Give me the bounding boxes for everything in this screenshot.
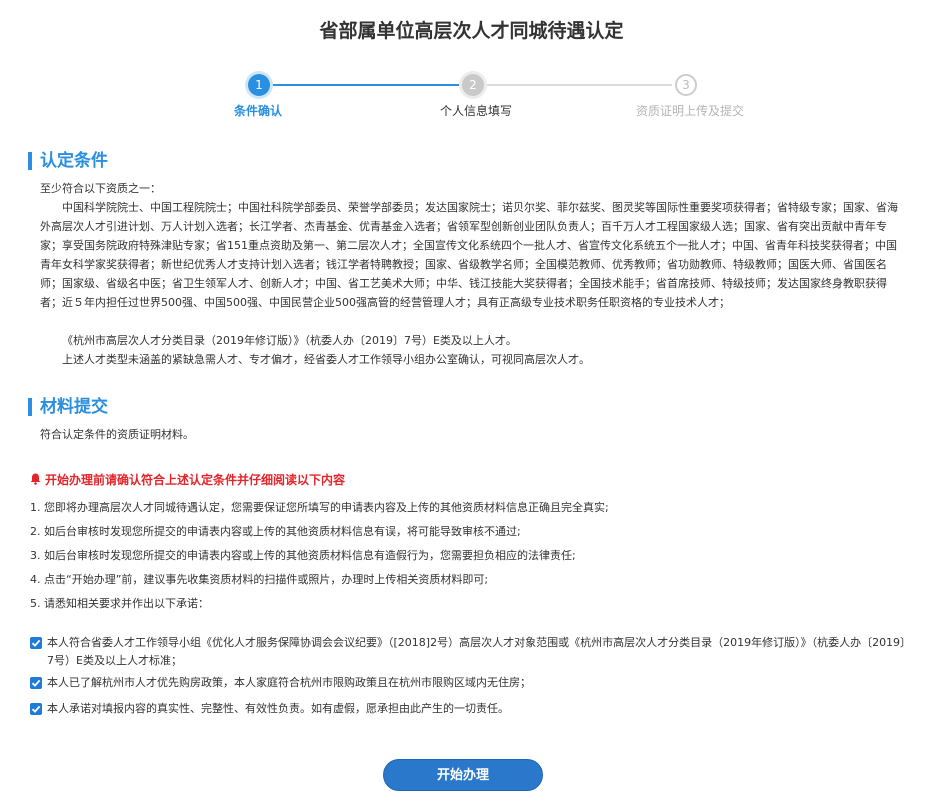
- pledge-2-text: 本人已了解杭州市人才优先购房政策，本人家庭符合杭州市限购政策且在杭州市限购区域内…: [47, 676, 531, 689]
- notice-item: 5. 请悉知相关要求并作出以下承诺：: [30, 597, 209, 610]
- step-3-label: 资质证明上传及提交: [636, 104, 745, 118]
- conditions-intro: 至少符合以下资质之一：: [40, 182, 161, 195]
- notice-item: 2. 如后台审核时发现您所提交的申请表内容或上传的其他资质材料信息有误，将可能导…: [30, 525, 521, 538]
- step-pending-line: [486, 84, 672, 86]
- start-button[interactable]: 开始办理: [383, 759, 543, 791]
- step-2-label: 个人信息填写: [440, 104, 513, 118]
- conditions-catalog: 《杭州市高层次人才分类目录（2019年修订版）》（杭委人办〔2019〕7号）E类…: [62, 334, 517, 347]
- step-3-circle: 3: [675, 74, 697, 96]
- pledge-2[interactable]: 本人已了解杭州市人才优先购房政策，本人家庭符合杭州市限购政策且在杭州市限购区域内…: [30, 674, 910, 692]
- pledge-2-checkbox[interactable]: [30, 677, 42, 689]
- pledge-3[interactable]: 本人承诺对填报内容的真实性、完整性、有效性负责。如有虚假，愿承担由此产生的一切责…: [30, 700, 910, 718]
- notice-item: 3. 如后台审核时发现您所提交的申请表内容或上传的其他资质材料信息有造假行为，您…: [30, 549, 576, 562]
- page-title: 省部属单位高层次人才同城待遇认定: [319, 20, 624, 42]
- pledge-1-text: 本人符合省委人才工作领导小组《优化人才服务保障协调会会议纪要》（[2018]2号…: [47, 636, 906, 667]
- pledge-1-checkbox[interactable]: [30, 637, 42, 649]
- pledge-3-checkbox[interactable]: [30, 703, 42, 715]
- step-progress-line: [270, 84, 460, 86]
- warning-text: 开始办理前请确认符合上述认定条件并仔细阅读以下内容: [45, 473, 346, 487]
- step-1-label: 条件确认: [234, 104, 283, 118]
- materials-heading: 材料提交: [28, 398, 108, 416]
- pledge-3-text: 本人承诺对填报内容的真实性、完整性、有效性负责。如有虚假，愿承担由此产生的一切责…: [47, 702, 509, 715]
- materials-text: 符合认定条件的资质证明材料。: [40, 428, 194, 441]
- warning-notice: 开始办理前请确认符合上述认定条件并仔细阅读以下内容: [30, 471, 345, 488]
- conditions-note: 上述人才类型未涵盖的紧缺急需人才、专才偏才，经省委人才工作领导小组办公室确认，可…: [62, 353, 590, 366]
- notice-item: 1. 您即将办理高层次人才同城待遇认定，您需要保证您所填写的申请表内容及上传的其…: [30, 501, 609, 514]
- step-1-circle: 1: [248, 74, 270, 96]
- bell-icon: [30, 473, 41, 485]
- notice-item: 4. 点击“开始办理”前，建议事先收集资质材料的扫描件或照片，办理时上传相关资质…: [30, 573, 489, 586]
- conditions-body: 中国科学院院士、中国工程院院士；中国社科院学部委员、荣誉学部委员；发达国家院士；…: [40, 201, 898, 309]
- conditions-heading: 认定条件: [28, 152, 108, 170]
- pledge-1[interactable]: 本人符合省委人才工作领导小组《优化人才服务保障协调会会议纪要》（[2018]2号…: [30, 634, 910, 670]
- step-2-circle: 2: [462, 74, 484, 96]
